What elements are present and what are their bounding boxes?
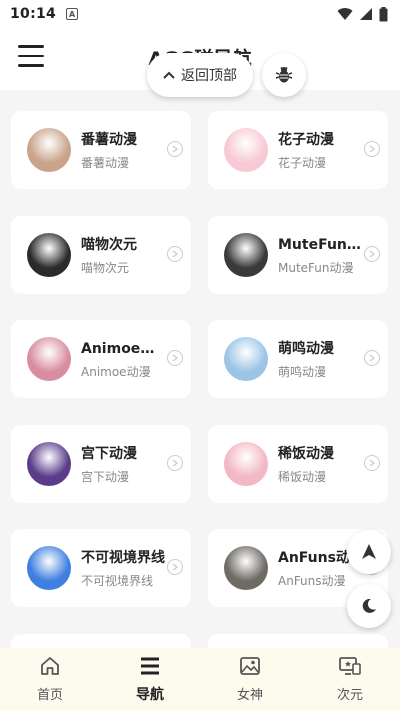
- nav-list-icon: [139, 656, 161, 680]
- site-avatar: [224, 546, 268, 590]
- site-card[interactable]: 稀饭动漫 稀饭动漫: [208, 425, 388, 503]
- theme-toggle-button[interactable]: [347, 584, 391, 628]
- back-to-top-button[interactable]: 返回顶部: [147, 53, 253, 97]
- site-name: MuteFun动漫: [278, 237, 364, 253]
- chevron-right-icon: [167, 246, 183, 262]
- site-subtitle: 番薯动漫: [81, 156, 130, 170]
- site-card[interactable]: 喵物次元 喵物次元: [11, 216, 191, 294]
- navigation-arrow-icon: [362, 544, 376, 559]
- site-avatar: [224, 337, 268, 381]
- bug-report-button[interactable]: [262, 53, 306, 97]
- site-name: 喵物次元: [81, 237, 137, 253]
- site-avatar: [27, 337, 71, 381]
- nav-tab-label: 导航: [136, 686, 164, 703]
- site-avatar: [27, 128, 71, 172]
- site-subtitle: AnFuns动漫: [278, 574, 346, 588]
- site-subtitle: 花子动漫: [278, 156, 327, 170]
- site-avatar: [27, 442, 71, 486]
- chevron-right-icon: [364, 350, 380, 366]
- site-subtitle: MuteFun动漫: [278, 261, 354, 275]
- chevron-right-icon: [167, 350, 183, 366]
- site-card[interactable]: MuteFun动漫 MuteFun动漫: [208, 216, 388, 294]
- site-card[interactable]: Animoe动漫 Animoe动漫: [11, 320, 191, 398]
- status-bar: 10:14 A: [0, 0, 400, 28]
- chevron-right-icon: [167, 559, 183, 575]
- site-avatar: [224, 442, 268, 486]
- site-card[interactable]: 花子动漫 花子动漫: [208, 111, 388, 189]
- nav-tab[interactable]: 女神: [200, 648, 300, 711]
- chevron-right-icon: [364, 455, 380, 471]
- site-avatar: [27, 233, 71, 277]
- bottom-navigation: 首页 导航 女神 次元: [0, 648, 400, 711]
- status-time: 10:14: [10, 6, 57, 22]
- nav-tab-label: 次元: [336, 688, 363, 703]
- chevron-right-icon: [167, 141, 183, 157]
- chevron-right-icon: [364, 141, 380, 157]
- nav-tab-label: 首页: [36, 688, 63, 703]
- site-card[interactable]: [11, 634, 191, 648]
- site-avatar: [224, 128, 268, 172]
- site-avatar: [224, 233, 268, 277]
- site-name: Animoe动漫: [81, 341, 167, 357]
- site-name: 稀饭动漫: [278, 446, 334, 462]
- bug-icon: [275, 67, 293, 83]
- battery-icon: [379, 6, 388, 21]
- navigation-fab-button[interactable]: [347, 530, 391, 574]
- chevron-right-icon: [364, 246, 380, 262]
- site-subtitle: 萌鸣动漫: [278, 365, 327, 379]
- site-avatar: [27, 546, 71, 590]
- site-name: 花子动漫: [278, 132, 334, 148]
- site-grid: 番薯动漫番薯动漫花子动漫花子动漫喵物次元喵物次元MuteFun动漫MuteFun…: [0, 90, 400, 648]
- site-name: 宫下动漫: [81, 446, 137, 462]
- site-name: 萌鸣动漫: [278, 341, 334, 357]
- site-subtitle: 喵物次元: [81, 261, 130, 275]
- site-subtitle: 宫下动漫: [81, 470, 130, 484]
- site-card[interactable]: 萌鸣动漫 萌鸣动漫: [208, 320, 388, 398]
- app-notification-icon: A: [66, 8, 79, 20]
- site-subtitle: 不可视境界线: [81, 574, 154, 588]
- status-icons: [337, 6, 388, 22]
- site-subtitle: 稀饭动漫: [278, 470, 327, 484]
- site-name: 番薯动漫: [81, 132, 137, 148]
- dimension-icon: [338, 656, 362, 680]
- site-card[interactable]: [208, 634, 388, 648]
- nav-tab-label: 女神: [236, 688, 263, 703]
- site-card[interactable]: 宫下动漫 宫下动漫: [11, 425, 191, 503]
- home-icon: [39, 656, 61, 680]
- site-name: 不可视境界线: [81, 550, 165, 566]
- site-card[interactable]: 番薯动漫 番薯动漫: [11, 111, 191, 189]
- signal-icon: [360, 8, 372, 20]
- chevron-up-icon: [163, 71, 175, 79]
- nav-tab[interactable]: 导航: [100, 648, 200, 711]
- back-to-top-label: 返回顶部: [181, 68, 237, 84]
- nav-tab[interactable]: 次元: [300, 648, 400, 711]
- gallery-icon: [239, 656, 261, 680]
- site-card[interactable]: 不可视境界线 不可视境界线: [11, 529, 191, 607]
- nav-tab[interactable]: 首页: [0, 648, 100, 711]
- moon-icon: [362, 598, 376, 613]
- wifi-icon: [337, 8, 353, 20]
- site-subtitle: Animoe动漫: [81, 365, 151, 379]
- chevron-right-icon: [167, 455, 183, 471]
